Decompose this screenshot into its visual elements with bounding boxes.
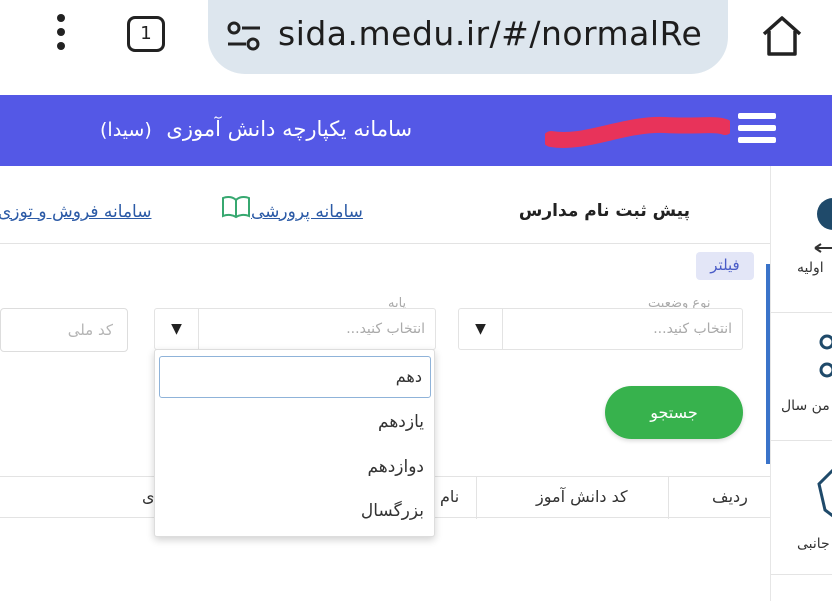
column-header-name: نام [440,487,460,506]
grade-select[interactable]: ▼ انتخاب کنید... [154,308,436,350]
column-header-student-code: کد دانش آموز [536,487,628,506]
search-button[interactable]: جستجو [605,386,743,439]
dropdown-option[interactable]: بزرگسال [361,501,424,521]
sidebar-item-label[interactable]: جانبی [797,536,830,552]
sidebar-item-icon [817,468,832,518]
app-header: سامانه یکپارچه دانش آموزی (سیدا) [0,95,832,166]
grade-dropdown-menu: دهم یازدهم دوازدهم بزرگسال [154,349,435,537]
active-indicator [766,264,770,464]
address-bar[interactable]: sida.medu.ir/#/normalRe [208,0,728,74]
chevron-down-icon[interactable]: ▼ [459,309,503,349]
sidebar-item-label[interactable]: اولیه [797,260,824,276]
grade-placeholder: انتخاب کنید... [346,321,425,337]
tab-count-button[interactable]: 1 [127,16,165,52]
pre-enrollment-title: پیش ثبت نام مدارس [518,201,690,221]
book-icon [222,195,250,219]
side-navigation: اولیه من سال جانبی [770,166,832,601]
app-title-text: سامانه یکپارچه دانش آموزی [166,117,413,141]
sales-link[interactable]: سامانه فروش و توزی [0,202,151,222]
sidebar-item-icon [814,198,832,253]
column-header-row-number: ردیف [712,487,748,506]
redaction-mark [545,116,730,148]
filter-badge: فیلتر [696,252,754,280]
dropdown-option[interactable]: دوازدهم [367,457,424,477]
chevron-down-icon[interactable]: ▼ [155,309,199,349]
quick-links-bar: پیش ثبت نام مدارس سامانه پرورشی سامانه ف… [0,180,770,244]
hamburger-menu-icon[interactable] [738,113,776,143]
sidebar-item-icon [819,334,832,378]
app-title-abbr: (سیدا) [100,119,152,141]
status-placeholder: انتخاب کنید... [653,321,732,337]
browser-menu-icon[interactable] [52,14,70,52]
column-header-partial: ی [142,487,155,506]
dropdown-search-value: دهم [395,367,422,386]
site-settings-icon[interactable] [226,20,262,52]
national-code-input[interactable]: کد ملی [0,308,128,352]
national-code-placeholder: کد ملی [67,321,113,339]
sidebar-item-label[interactable]: من سال [781,398,830,414]
home-icon[interactable] [758,12,806,60]
upbringing-link[interactable]: سامانه پرورشی [251,202,363,222]
url-text: sida.medu.ir/#/normalRe [278,14,703,53]
browser-toolbar: 1 sida.medu.ir/#/normalRe [0,0,832,94]
status-select[interactable]: ▼ انتخاب کنید... [458,308,743,350]
dropdown-search-input[interactable]: دهم [159,356,431,398]
dropdown-option[interactable]: یازدهم [378,412,424,432]
app-title: سامانه یکپارچه دانش آموزی (سیدا) [100,117,412,141]
